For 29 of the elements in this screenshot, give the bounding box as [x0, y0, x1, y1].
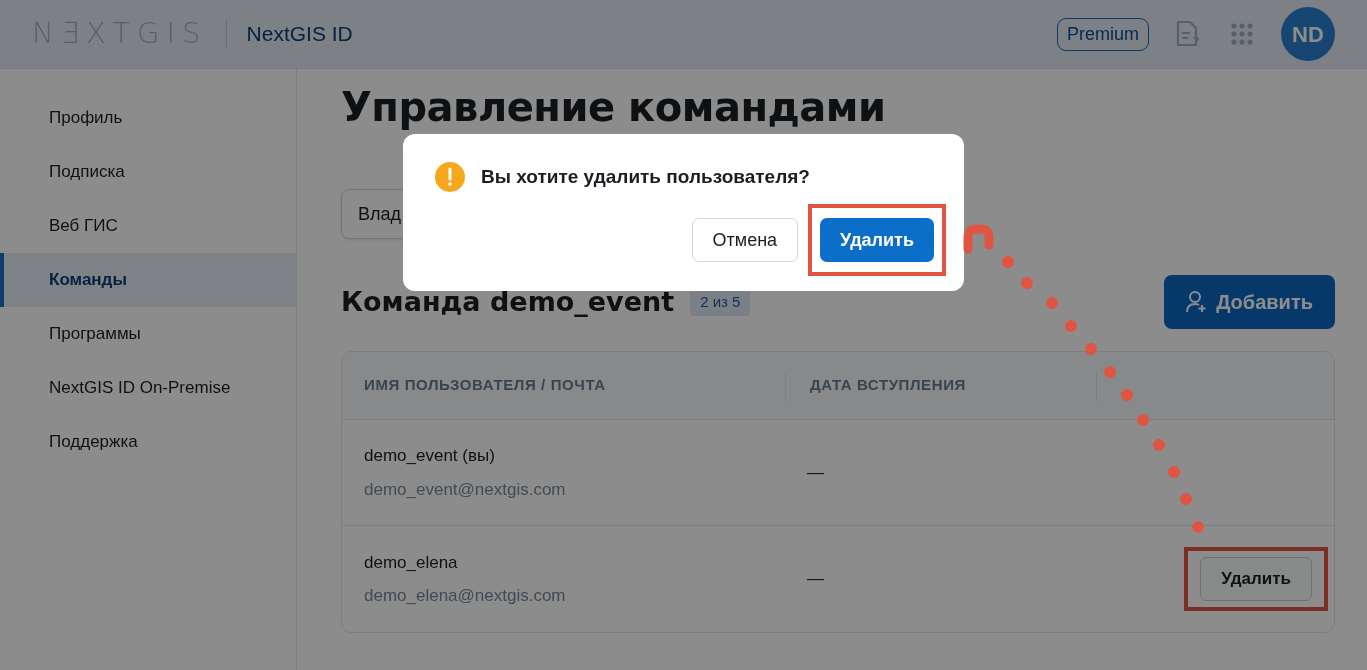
avatar[interactable]: ND [1281, 7, 1335, 61]
sidebar-item[interactable]: Веб ГИС [0, 199, 296, 253]
warning-icon [435, 162, 465, 192]
sidebar-item[interactable]: Подписка [0, 145, 296, 199]
user-email: demo_elena@nextgis.com [364, 585, 567, 607]
user-name: demo_elena [364, 551, 459, 574]
sidebar-item[interactable]: Поддержка [0, 415, 296, 469]
delete-button[interactable]: Удалить [820, 218, 934, 262]
sidebar-item[interactable]: Команды [0, 253, 296, 307]
column-header: ДАТА ВСТУПЛЕНИЯ [810, 375, 966, 396]
page-title: Управление командами [341, 85, 887, 132]
user-name: demo_event (вы) [364, 445, 496, 467]
sidebar-item[interactable]: NextGIS ID On-Premise [0, 361, 296, 415]
cancel-button[interactable]: Отмена [691, 218, 799, 262]
user-email: demo_event@nextgis.com [364, 478, 567, 501]
add-user-icon [1186, 290, 1209, 314]
delete-button[interactable]: Удалить [1200, 557, 1312, 601]
column-header: ИМЯ ПОЛЬЗОВАТЕЛЯ / ПОЧТА [363, 375, 607, 396]
dialog-message: Вы хотите удалить пользователя? [481, 164, 810, 189]
apps-grid-icon[interactable] [1231, 23, 1253, 45]
sidebar-item[interactable]: Программы [0, 307, 296, 361]
add-button[interactable]: Добавить [1164, 275, 1335, 329]
team-title: Команда demo_event [341, 284, 675, 319]
premium-badge[interactable]: Premium [1057, 17, 1149, 51]
document-help-icon[interactable] [1175, 20, 1201, 48]
app-name: NextGIS ID [246, 21, 353, 48]
join-date: — [807, 569, 824, 589]
join-date: — [807, 462, 824, 482]
sidebar-item[interactable]: Профиль [0, 91, 296, 145]
